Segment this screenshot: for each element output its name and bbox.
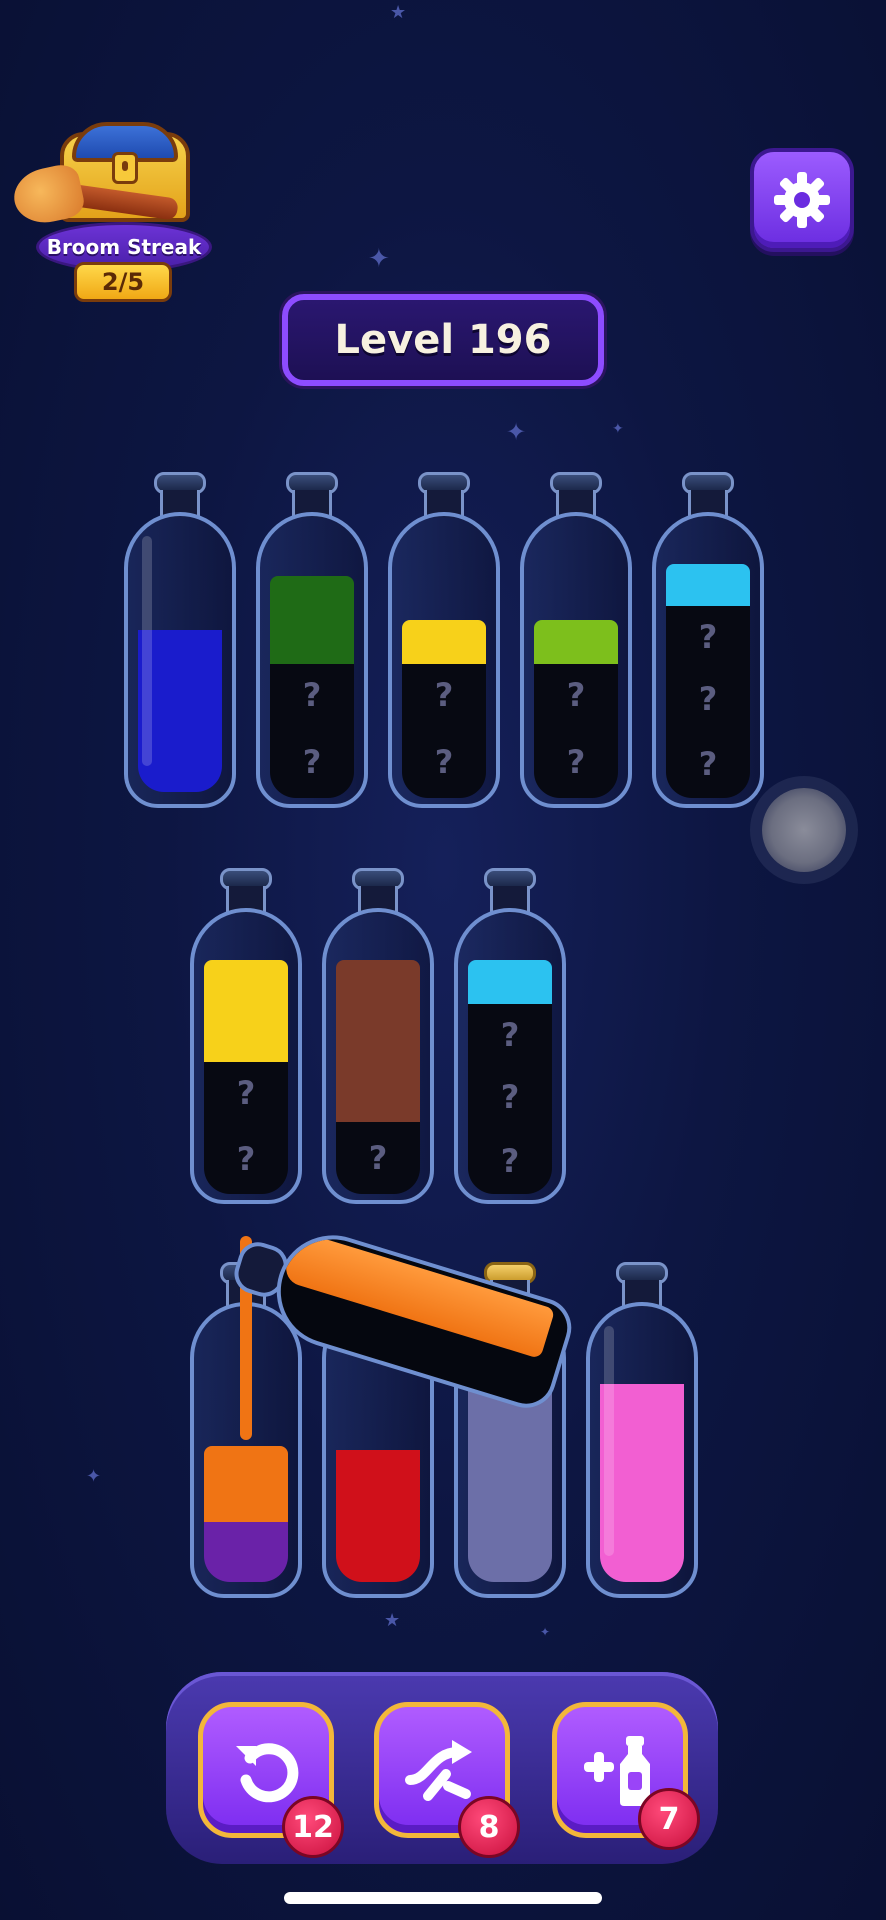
hidden-layer: ?	[534, 664, 618, 726]
liquid-layer	[468, 960, 552, 1004]
glass-shine	[142, 536, 152, 766]
liquid-layer	[204, 1522, 288, 1582]
level-banner: Level 196	[282, 294, 604, 386]
bottle[interactable]: ? ? ?	[454, 868, 566, 1204]
bottle[interactable]	[586, 1262, 698, 1598]
sparkle-icon: ✦	[86, 1466, 102, 1487]
hidden-layer: ?	[468, 1128, 552, 1194]
hidden-mark: ?	[698, 745, 718, 783]
liquid-layer	[270, 576, 354, 664]
bottle[interactable]: ? ?	[520, 472, 632, 808]
bottle[interactable]: ? ?	[256, 472, 368, 808]
touch-indicator	[762, 788, 846, 872]
hidden-layer: ?	[270, 726, 354, 798]
bottle[interactable]: ? ? ?	[652, 472, 764, 808]
bottle-glass: ? ? ?	[652, 512, 764, 808]
liquid-layer	[402, 620, 486, 664]
shuffle-icon	[405, 1740, 472, 1801]
broom-streak-widget[interactable]: Broom Streak 2/5	[9, 118, 212, 302]
bottle[interactable]: ? ?	[190, 868, 302, 1204]
bottle[interactable]: ? ?	[388, 472, 500, 808]
hidden-layer: ?	[666, 730, 750, 798]
add-bottle-count-badge: 7	[638, 1788, 700, 1850]
hidden-mark: ?	[500, 1078, 520, 1116]
liquid-layer	[336, 960, 420, 1122]
hidden-layer: ?	[666, 606, 750, 668]
bottle-glass: ? ?	[256, 512, 368, 808]
shuffle-count-badge: 8	[458, 1796, 520, 1858]
hidden-mark: ?	[302, 676, 322, 714]
liquid-layer	[281, 1230, 556, 1359]
hidden-layer: ?	[402, 726, 486, 798]
liquid-layer	[666, 564, 750, 606]
home-indicator[interactable]	[284, 1892, 602, 1904]
streak-label: Broom Streak	[46, 235, 202, 259]
bottle[interactable]	[124, 472, 236, 808]
hidden-layer: ?	[534, 726, 618, 798]
hidden-mark: ?	[566, 743, 586, 781]
hidden-mark: ?	[434, 743, 454, 781]
bottle-glass: ? ?	[388, 512, 500, 808]
lock-icon	[112, 152, 138, 184]
bottle-glass: ? ?	[520, 512, 632, 808]
sparkle-icon: ✦	[368, 244, 390, 274]
hidden-layer: ?	[468, 1004, 552, 1066]
undo-count-badge: 12	[282, 1796, 344, 1858]
hidden-layer: ?	[468, 1066, 552, 1128]
glass-shine	[604, 1326, 614, 1556]
streak-count: 2/5	[74, 262, 172, 302]
sparkle-icon: ✦	[612, 421, 624, 437]
bottle-glass: ? ?	[190, 908, 302, 1204]
bottle[interactable]: ?	[322, 868, 434, 1204]
hidden-layer: ?	[270, 664, 354, 726]
bottle-glass	[124, 512, 236, 808]
hidden-mark: ?	[500, 1016, 520, 1054]
hidden-mark: ?	[236, 1074, 256, 1112]
hidden-mark: ?	[302, 743, 322, 781]
hidden-layer: ?	[336, 1122, 420, 1194]
hidden-mark: ?	[698, 680, 718, 718]
bottle-glass: ?	[322, 908, 434, 1204]
sparkle-icon: ★	[390, 2, 407, 23]
liquid-layer	[534, 620, 618, 664]
hidden-layer: ?	[204, 1124, 288, 1194]
hidden-mark: ?	[368, 1139, 388, 1177]
hidden-layer: ?	[402, 664, 486, 726]
hidden-mark: ?	[500, 1142, 520, 1180]
hidden-mark: ?	[566, 676, 586, 714]
hidden-mark: ?	[434, 676, 454, 714]
liquid-layer	[336, 1450, 420, 1582]
liquid-layer	[204, 1446, 288, 1522]
hidden-mark: ?	[236, 1140, 256, 1178]
gear-icon	[774, 172, 830, 228]
level-label: Level 196	[334, 317, 552, 363]
sparkle-icon: ✦	[506, 418, 527, 446]
sparkle-icon: ★	[384, 1610, 401, 1631]
hidden-layer: ?	[204, 1062, 288, 1124]
sparkle-icon: ✦	[540, 1625, 551, 1639]
liquid-layer	[204, 960, 288, 1062]
undo-icon	[236, 1743, 299, 1803]
bottle-glass: ? ? ?	[454, 908, 566, 1204]
settings-button[interactable]	[750, 148, 854, 252]
bottle-glass	[586, 1302, 698, 1598]
hidden-layer: ?	[666, 668, 750, 730]
hidden-mark: ?	[698, 618, 718, 656]
